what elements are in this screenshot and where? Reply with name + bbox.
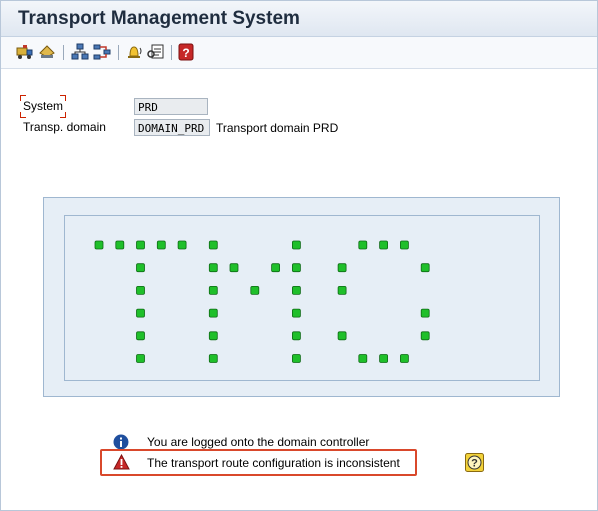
toolbar-separator bbox=[171, 45, 172, 60]
toolbar-separator bbox=[118, 45, 119, 60]
tms-dot bbox=[399, 354, 409, 363]
tms-dot bbox=[291, 331, 301, 341]
tms-dot bbox=[337, 331, 347, 341]
transport-domain-label: Transp. domain bbox=[23, 120, 106, 134]
transport-domain-field[interactable]: DOMAIN_PRD bbox=[134, 119, 210, 136]
warning-message-text: The transport route configuration is inc… bbox=[147, 456, 400, 470]
tms-dot bbox=[379, 354, 389, 363]
help-question-icon: ? bbox=[465, 453, 484, 472]
tms-dot bbox=[136, 240, 145, 250]
tms-dot bbox=[250, 286, 260, 295]
tms-dot bbox=[420, 308, 430, 318]
tms-logo-inner bbox=[64, 215, 540, 381]
tms-dot bbox=[94, 240, 104, 250]
tms-dot bbox=[420, 263, 430, 273]
tms-dot bbox=[337, 286, 347, 295]
toolbar-separator bbox=[63, 45, 64, 60]
tms-dot bbox=[399, 240, 409, 250]
display-details-icon[interactable] bbox=[147, 43, 165, 61]
transport-routes-icon[interactable] bbox=[93, 43, 111, 61]
tms-dot bbox=[291, 263, 301, 273]
svg-text:?: ? bbox=[471, 458, 478, 470]
application-toolbar: ? bbox=[1, 37, 597, 69]
alert-monitor-icon[interactable] bbox=[125, 43, 143, 61]
tms-dot bbox=[208, 331, 218, 341]
tms-dot bbox=[291, 240, 301, 250]
tms-dot bbox=[358, 240, 368, 250]
tms-dot bbox=[271, 263, 281, 273]
tms-dot bbox=[208, 308, 218, 318]
tms-logo-panel bbox=[43, 197, 560, 397]
tms-dot bbox=[291, 354, 301, 363]
tms-dot bbox=[136, 308, 145, 318]
transport-truck-icon[interactable] bbox=[16, 43, 34, 61]
tms-dot bbox=[229, 263, 239, 273]
tms-dot bbox=[177, 240, 187, 250]
info-message-text: You are logged onto the domain controlle… bbox=[147, 435, 370, 449]
system-overview-icon[interactable] bbox=[71, 43, 89, 61]
tms-dot bbox=[115, 240, 125, 250]
system-field[interactable]: PRD bbox=[134, 98, 208, 115]
info-icon bbox=[113, 434, 129, 450]
tms-dot bbox=[136, 331, 145, 341]
transport-domain-description: Transport domain PRD bbox=[216, 121, 339, 135]
tms-dot bbox=[136, 263, 145, 273]
tms-dot bbox=[208, 240, 218, 250]
tms-dot bbox=[337, 263, 347, 273]
title-bar: Transport Management System bbox=[1, 1, 597, 37]
tms-dot bbox=[291, 308, 301, 318]
svg-text:?: ? bbox=[182, 46, 189, 60]
system-label: System bbox=[23, 99, 64, 113]
tms-dot bbox=[136, 354, 145, 363]
help-button[interactable]: ? bbox=[465, 453, 484, 472]
tms-dot bbox=[291, 286, 301, 295]
tms-dot bbox=[208, 354, 218, 363]
tms-dot bbox=[420, 331, 430, 341]
tms-dot bbox=[379, 240, 389, 250]
tms-dot bbox=[136, 286, 145, 295]
tms-dot bbox=[358, 354, 368, 363]
tms-dot bbox=[208, 263, 218, 273]
tms-dot bbox=[208, 286, 218, 295]
import-overview-icon[interactable] bbox=[38, 43, 56, 61]
tms-logo bbox=[94, 240, 430, 363]
help-book-icon[interactable]: ? bbox=[177, 43, 195, 61]
tms-dot bbox=[156, 240, 166, 250]
warning-icon bbox=[113, 454, 130, 470]
window-title: Transport Management System bbox=[18, 8, 300, 29]
